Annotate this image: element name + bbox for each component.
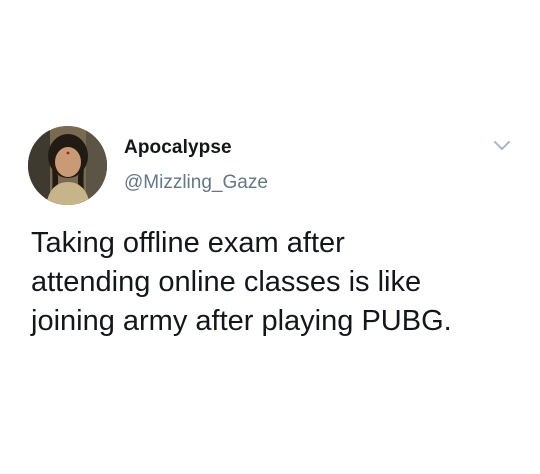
- tweet-text: Taking offline exam after attending onli…: [31, 224, 521, 341]
- tweet-text-line: joining army after playing PUBG.: [31, 305, 452, 337]
- tweet-text-line: Taking offline exam after: [31, 227, 345, 259]
- tweet-text-line: attending online classes is like: [31, 266, 422, 298]
- chevron-down-icon[interactable]: [492, 138, 512, 154]
- display-name[interactable]: Apocalypse: [124, 137, 232, 159]
- user-photo-avatar-icon: [28, 126, 107, 205]
- tweet-card: Apocalypse @Mizzling_Gaze Taking offline…: [0, 0, 540, 474]
- avatar[interactable]: [28, 126, 107, 205]
- user-handle[interactable]: @Mizzling_Gaze: [124, 172, 268, 194]
